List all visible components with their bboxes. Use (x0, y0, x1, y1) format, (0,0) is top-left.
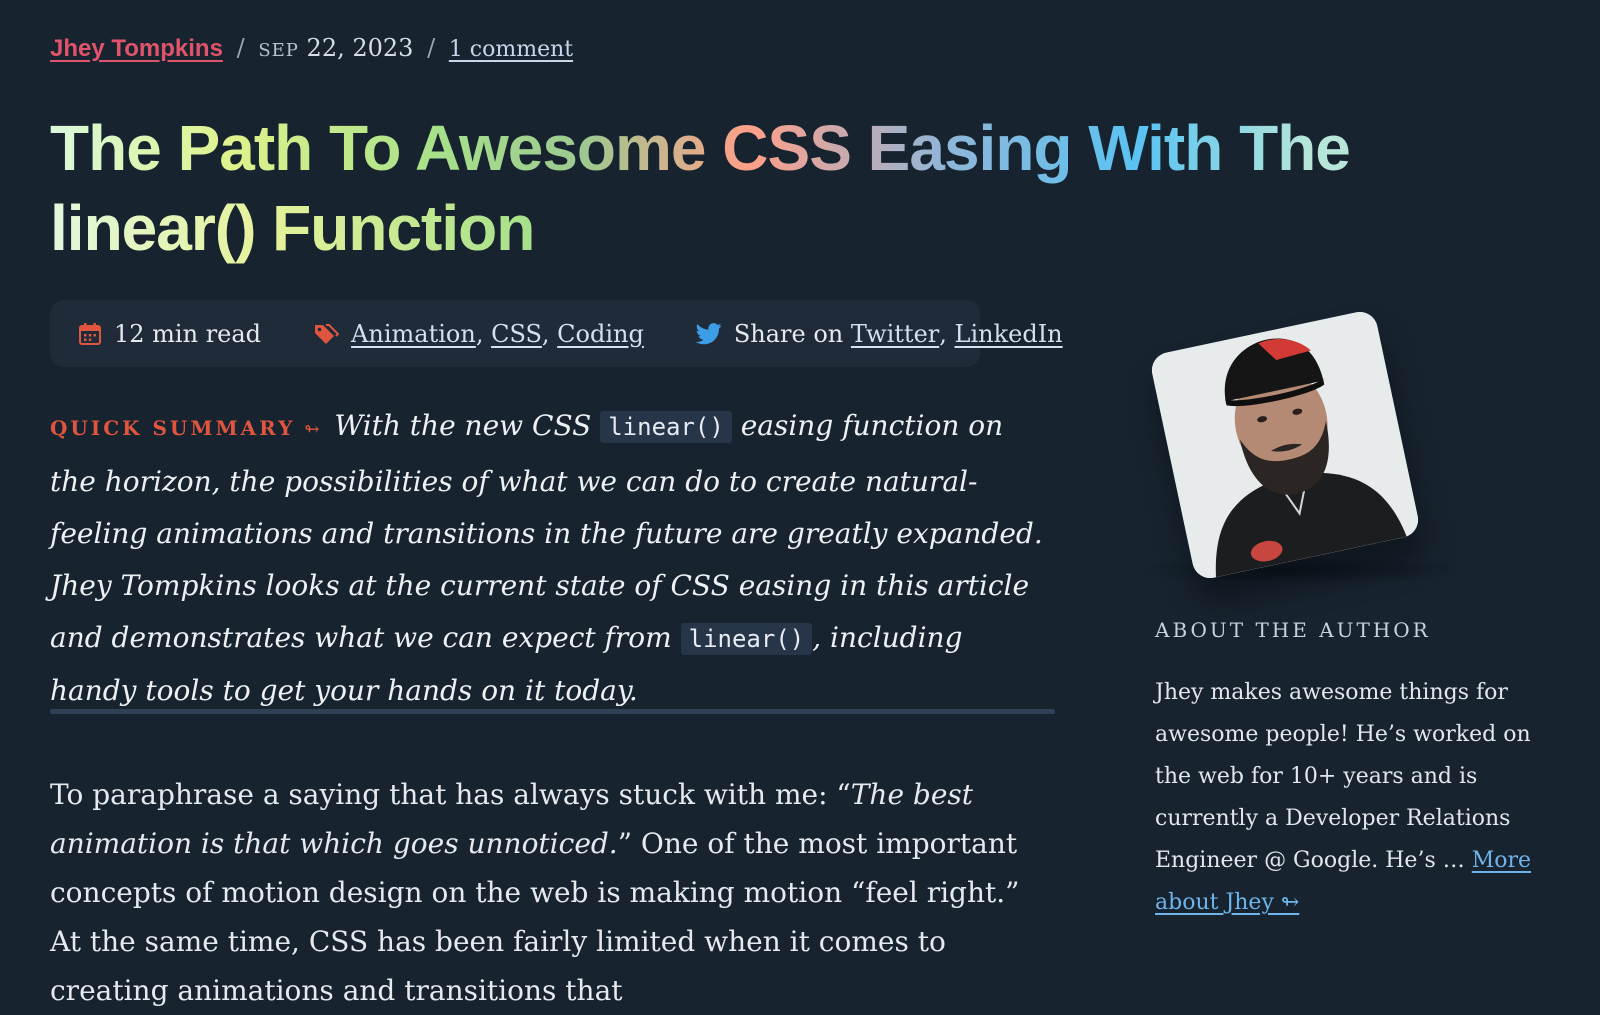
share-label: Share on (733, 319, 844, 348)
meta-separator: / (236, 34, 245, 62)
code-linear-1: linear() (600, 411, 732, 443)
summary-text-2: easing function on the horizon, the poss… (50, 409, 1043, 654)
article-info-bar: 12 min read Animation, CSS, Coding Share… (50, 300, 1063, 367)
article-body-paragraph: To paraphrase a saying that has always s… (50, 770, 1055, 1015)
author-photo-shadow (1130, 555, 1470, 585)
tag-icon (315, 323, 340, 344)
about-author-bio: Jhey makes awesome things for awesome pe… (1155, 680, 1531, 873)
publish-date: 22, 2023 (306, 34, 414, 62)
code-linear-2: linear() (680, 623, 813, 655)
article-title-line-2: linear() Function (50, 188, 535, 268)
read-time-label: 12 min read (114, 319, 262, 348)
tags: Animation, CSS, Coding (313, 320, 644, 348)
share-linkedin-link[interactable]: LinkedIn (955, 320, 1063, 348)
article-meta: Jhey Tompkins / Sep 22, 2023 / 1 comment (50, 34, 573, 63)
publish-month: Sep (258, 40, 299, 61)
about-author-text: Jhey makes awesome things for awesome pe… (1155, 672, 1555, 924)
about-author-heading: About The Author (1155, 618, 1431, 642)
tag-css[interactable]: CSS (491, 320, 542, 348)
article-title-line-1: The Path To Awesome CSS Easing With The (50, 112, 1350, 184)
twitter-icon (695, 322, 722, 344)
tag-animation[interactable]: Animation (351, 320, 476, 348)
summary-divider (50, 709, 1055, 714)
author-avatar (1148, 308, 1422, 582)
share: Share on Twitter, LinkedIn (695, 319, 1063, 348)
quick-summary: Quick Summary ↬ With the new CSS linear(… (50, 400, 1050, 717)
summary-text-1: With the new CSS (334, 409, 592, 442)
article-title: The Path To Awesome CSS Easing With The … (50, 108, 1450, 268)
author-portrait-illustration (1148, 308, 1422, 582)
quick-summary-label: Quick Summary (50, 416, 296, 440)
read-time: 12 min read (78, 320, 261, 348)
meta-separator: / (427, 34, 436, 62)
comments-link[interactable]: 1 comment (449, 37, 573, 62)
body-text-1: To paraphrase a saying that has always s… (50, 778, 851, 811)
share-twitter-link[interactable]: Twitter (851, 320, 939, 348)
tag-coding[interactable]: Coding (557, 320, 644, 348)
summary-arrow-icon: ↬ (304, 419, 320, 440)
calendar-icon (79, 322, 101, 345)
author-link[interactable]: Jhey Tompkins (50, 35, 223, 62)
